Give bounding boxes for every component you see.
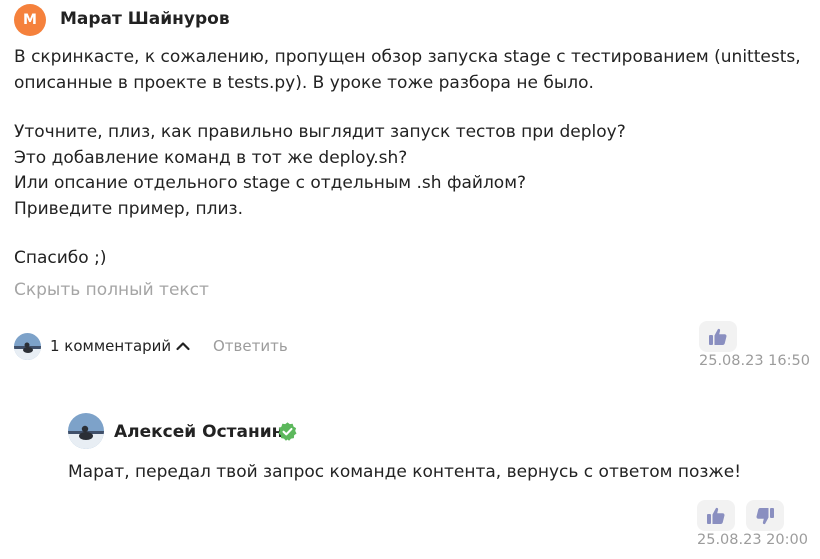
post-timestamp: 25.08.23 16:50	[699, 353, 810, 369]
reply-author-avatar[interactable]	[68, 413, 104, 449]
thumbs-up-icon	[709, 328, 727, 345]
reply-timestamp: 25.08.23 20:00	[697, 532, 808, 548]
post-paragraph: Приведите пример, плиз.	[14, 198, 243, 219]
dislike-button[interactable]	[746, 500, 784, 531]
author-name[interactable]: Марат Шайнуров	[60, 9, 230, 29]
reply-button[interactable]: Ответить	[213, 337, 288, 355]
reply-author-name[interactable]: Алексей Останин	[114, 422, 283, 442]
verified-check-icon	[277, 421, 298, 442]
post-paragraph: Спасибо ;)	[14, 248, 107, 268]
post-paragraph: В скринкасте, к сожалению, пропущен обзо…	[14, 47, 801, 93]
post-paragraph: Или опсание отдельного stage с отдельным…	[14, 173, 527, 193]
thumbs-up-icon	[707, 507, 725, 524]
avatar-photo-icon	[14, 333, 41, 360]
hide-full-text-link[interactable]: Скрыть полный текст	[14, 280, 209, 300]
comments-count: 1 комментарий	[50, 337, 172, 355]
like-button[interactable]	[699, 321, 737, 352]
post-question-block: Уточните, плиз, как правильно выглядит з…	[14, 120, 804, 222]
reply-comment-text: Марат, передал твой запрос команде конте…	[68, 462, 742, 482]
like-button[interactable]	[697, 500, 735, 531]
post-paragraph: Это добавление команд в тот же deploy.sh…	[14, 147, 408, 168]
commenter-avatar[interactable]	[14, 333, 41, 360]
post-body: В скринкасте, к сожалению, пропущен обзо…	[14, 45, 804, 272]
post-paragraph: Уточните, плиз, как правильно выглядит з…	[14, 122, 626, 142]
thumbs-down-icon	[756, 507, 774, 524]
author-avatar[interactable]: М	[14, 4, 46, 36]
comments-toggle[interactable]: 1 комментарий	[50, 337, 191, 355]
chevron-up-icon	[176, 342, 190, 351]
avatar-photo-icon	[68, 413, 104, 449]
